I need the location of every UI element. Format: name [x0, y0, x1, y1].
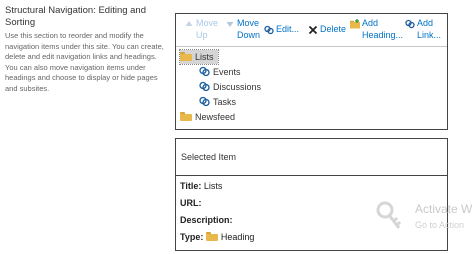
tree-node-lists[interactable]: Lists — [179, 49, 219, 65]
selected-item-title: Title: Lists — [180, 181, 223, 191]
navigation-editor-panel: Move Up Move Down Edit... Delete Add Hea… — [175, 13, 448, 130]
add-link-icon — [405, 19, 415, 29]
link-icon — [199, 81, 210, 92]
folder-icon — [180, 112, 192, 121]
link-icon — [199, 96, 210, 107]
folder-icon — [180, 52, 192, 61]
section-description-block: Structural Navigation: Editing and Sorti… — [5, 5, 165, 94]
move-up-button[interactable]: Move Up — [184, 17, 218, 41]
tree-node-tasks[interactable]: Tasks — [199, 95, 236, 109]
navigation-toolbar: Move Up Move Down Edit... Delete Add Hea… — [176, 14, 447, 47]
selected-item-url: URL: — [180, 198, 202, 208]
key-icon — [376, 201, 402, 229]
section-title: Structural Navigation: Editing and Sorti… — [5, 5, 146, 28]
add-link-button[interactable]: Add Link... — [405, 17, 441, 41]
folder-icon — [205, 232, 218, 241]
add-heading-icon — [350, 19, 360, 29]
arrow-down-icon — [226, 22, 234, 27]
delete-button[interactable]: Delete — [308, 23, 346, 35]
watermark-line1: Activate W — [415, 202, 473, 216]
selected-item-type: Type: Heading — [180, 232, 255, 242]
selected-item-description: Description: — [180, 215, 233, 225]
watermark-line2: Go to Action — [415, 220, 465, 230]
link-icon — [199, 66, 210, 77]
arrow-up-icon — [185, 21, 193, 26]
selected-item-header: Selected Item — [176, 139, 447, 176]
section-description: Use this section to reorder and modify t… — [5, 31, 164, 93]
delete-x-icon — [308, 25, 318, 35]
add-heading-button[interactable]: Add Heading... — [350, 17, 403, 41]
tree-node-newsfeed[interactable]: Newsfeed — [180, 110, 235, 124]
activate-windows-watermark: Activate W Go to Action — [375, 196, 474, 236]
tree-node-events[interactable]: Events — [199, 65, 241, 79]
edit-link-icon — [264, 25, 274, 35]
edit-button[interactable]: Edit... — [264, 23, 299, 35]
tree-node-discussions[interactable]: Discussions — [199, 80, 261, 94]
move-down-button[interactable]: Move Down — [225, 17, 260, 41]
